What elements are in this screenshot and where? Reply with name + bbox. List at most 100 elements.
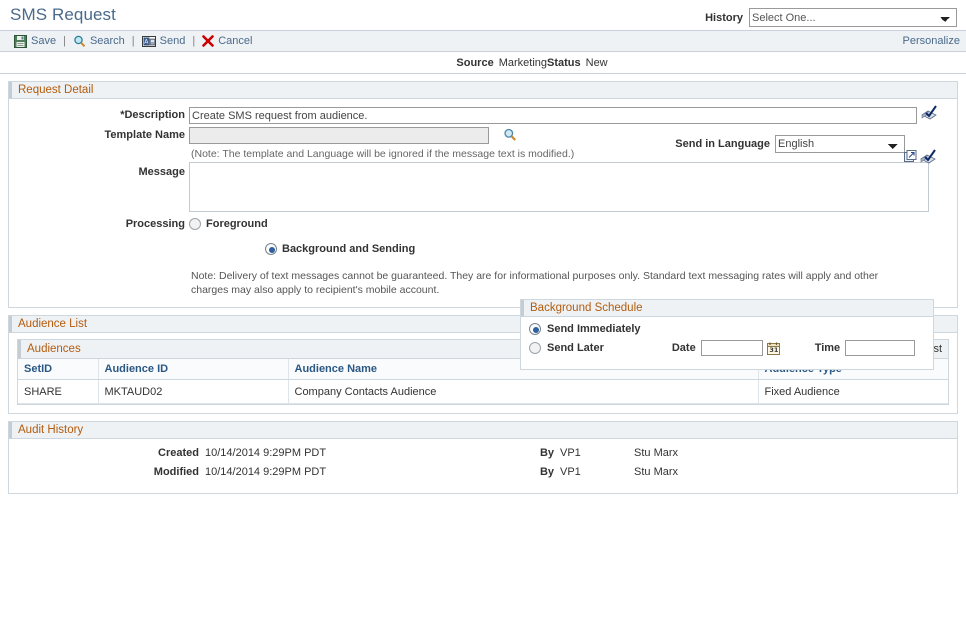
save-button[interactable]: Save — [14, 35, 56, 48]
send-immediately-radio[interactable] — [529, 323, 541, 335]
background-radio[interactable] — [265, 243, 277, 255]
created-by-id: VP1 — [554, 447, 634, 459]
time-input[interactable] — [845, 340, 915, 356]
send-in-language-select[interactable]: English — [775, 135, 905, 153]
send-button[interactable]: A Send — [142, 35, 186, 48]
calendar-icon[interactable]: 31 — [767, 342, 780, 355]
created-value: 10/14/2014 9:29PM PDT — [199, 447, 459, 459]
message-spellcheck-icon[interactable] — [920, 149, 938, 165]
col-setid[interactable]: SetID — [18, 359, 98, 380]
source-status-row: Source Marketing Status New — [0, 52, 966, 74]
modified-by-id: VP1 — [554, 466, 634, 478]
save-disk-icon — [14, 35, 27, 48]
background-label: Background and Sending — [282, 243, 415, 255]
date-label: Date — [672, 342, 696, 354]
background-row: Background and Sending — [9, 241, 957, 255]
audit-history-title: Audit History — [9, 422, 957, 439]
search-icon — [73, 35, 86, 48]
send-label: Send — [160, 35, 186, 47]
close-x-icon — [202, 35, 214, 47]
description-field-wrap — [185, 107, 939, 124]
modified-by-name: Stu Marx — [634, 466, 678, 478]
save-label: Save — [31, 35, 56, 47]
modified-by-label: By — [459, 466, 554, 478]
message-label: Message — [9, 162, 185, 178]
cancel-button[interactable]: Cancel — [202, 35, 252, 47]
audiences-grid-title: Audiences — [27, 343, 81, 355]
background-option-wrap: Background and Sending — [185, 241, 415, 255]
toolbar-separator-1: | — [63, 35, 66, 47]
foreground-radio[interactable] — [189, 218, 201, 230]
date-input[interactable] — [701, 340, 763, 356]
modified-label: Modified — [9, 466, 199, 478]
cell-audience-type: Fixed Audience — [758, 380, 948, 404]
source-field: Source Marketing — [0, 57, 547, 69]
toolbar-separator-3: | — [192, 35, 195, 47]
send-in-language-label: Send in Language — [675, 138, 770, 150]
action-toolbar: Save | Search | A — [0, 30, 966, 52]
message-row: Message — [9, 162, 957, 212]
background-schedule-title: Background Schedule — [521, 300, 933, 317]
cell-audience-id: MKTAUD02 — [98, 380, 288, 404]
col-audience-id[interactable]: Audience ID — [98, 359, 288, 380]
created-label: Created — [9, 447, 199, 459]
expand-field-icon[interactable] — [904, 150, 917, 163]
spellcheck-icon[interactable] — [921, 105, 939, 121]
send-later-radio[interactable] — [529, 342, 541, 354]
history-control: History Select One... — [705, 4, 960, 27]
audit-history-body: Created 10/14/2014 9:29PM PDT By VP1 Stu… — [9, 439, 957, 493]
history-select[interactable]: Select One... — [749, 8, 957, 27]
svg-text:31: 31 — [769, 346, 779, 354]
page-header: SMS Request History Select One... — [0, 0, 966, 30]
status-label: Status — [547, 57, 581, 69]
cell-audience-name: Company Contacts Audience — [288, 380, 758, 404]
modified-row: Modified 10/14/2014 9:29PM PDT By VP1 St… — [9, 466, 957, 478]
search-button[interactable]: Search — [73, 35, 125, 48]
background-schedule-body: Send Immediately Send Later Date — [521, 317, 933, 369]
personalize-link[interactable]: Personalize — [903, 35, 960, 47]
table-row[interactable]: SHARE MKTAUD02 Company Contacts Audience… — [18, 380, 948, 404]
status-value: New — [586, 57, 608, 69]
audit-history-section: Audit History Created 10/14/2014 9:29PM … — [8, 421, 958, 494]
sms-request-page: SMS Request History Select One... — [0, 0, 966, 639]
toolbar-separator-2: | — [132, 35, 135, 47]
description-row: *Description — [9, 107, 957, 124]
processing-label: Processing — [9, 218, 185, 230]
send-later-label: Send Later — [547, 342, 604, 354]
lookup-search-icon[interactable] — [503, 128, 517, 142]
source-value: Marketing — [499, 57, 547, 69]
page-title: SMS Request — [10, 4, 116, 26]
send-later-row: Send Later Date 31 — [529, 340, 933, 356]
send-immediately-label: Send Immediately — [547, 323, 641, 335]
processing-options: Foreground — [185, 218, 268, 230]
request-detail-section: Request Detail *Description — [8, 81, 958, 308]
template-label: Template Name — [9, 127, 185, 141]
send-immediately-row: Send Immediately — [529, 323, 933, 335]
description-input[interactable] — [189, 107, 917, 124]
source-label: Source — [456, 57, 493, 69]
background-schedule-panel: Background Schedule Send Immediately Sen… — [520, 299, 934, 370]
template-name-input[interactable] — [189, 127, 489, 144]
message-field-wrap — [185, 162, 929, 212]
request-detail-body: *Description Templat — [9, 99, 957, 307]
foreground-label: Foreground — [206, 218, 268, 230]
created-by-label: By — [459, 447, 554, 459]
processing-row: Processing Foreground — [9, 218, 957, 230]
search-label: Search — [90, 35, 125, 47]
request-detail-form: *Description Templat — [9, 99, 957, 307]
foreground-radio-option[interactable]: Foreground — [189, 218, 268, 230]
background-radio-option[interactable]: Background and Sending — [265, 243, 415, 255]
toolbar-actions: Save | Search | A — [14, 35, 252, 48]
request-detail-title: Request Detail — [9, 82, 957, 99]
time-label: Time — [815, 342, 840, 354]
send-in-language-control: Send in Language English — [675, 135, 905, 153]
status-field: Status New — [547, 57, 966, 69]
send-message-icon: A — [142, 35, 156, 48]
modified-value: 10/14/2014 9:29PM PDT — [199, 466, 459, 478]
template-field-wrap — [185, 127, 517, 144]
cell-setid: SHARE — [18, 380, 98, 404]
created-by-name: Stu Marx — [634, 447, 678, 459]
message-textarea[interactable] — [189, 162, 929, 212]
cancel-label: Cancel — [218, 35, 252, 47]
history-label: History — [705, 12, 743, 24]
